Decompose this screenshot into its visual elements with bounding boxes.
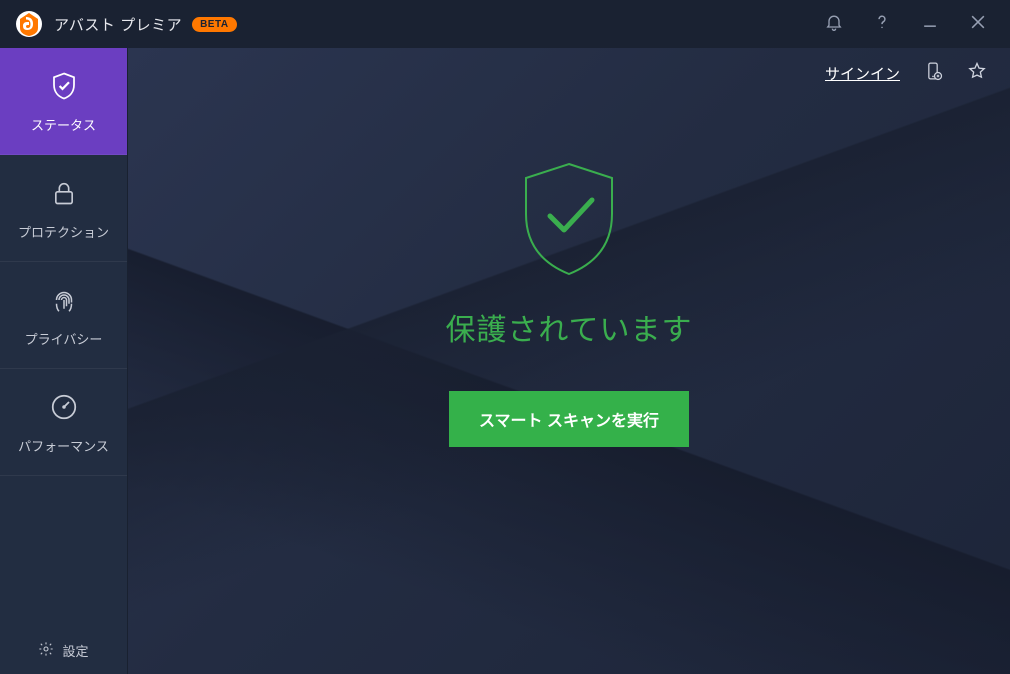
settings-button[interactable]: 設定: [0, 626, 127, 674]
sidebar-item-performance[interactable]: パフォーマンス: [0, 369, 127, 476]
sidebar-item-label: パフォーマンス: [18, 436, 109, 455]
sidebar-item-privacy[interactable]: プライバシー: [0, 262, 127, 369]
app-window: アバスト プレミア BETA: [0, 0, 1010, 674]
minimize-button[interactable]: [906, 0, 954, 48]
sign-in-link[interactable]: サインイン: [825, 63, 900, 84]
phone-icon: [923, 61, 943, 86]
gauge-icon: [47, 390, 81, 424]
close-icon: [968, 12, 988, 37]
favorite-button[interactable]: [966, 62, 988, 84]
smart-scan-button[interactable]: スマート スキャンを実行: [449, 391, 689, 447]
sidebar-item-label: プロテクション: [18, 222, 109, 241]
gear-icon: [38, 641, 54, 660]
beta-badge: BETA: [192, 17, 236, 32]
status-text: 保護されています: [445, 305, 692, 349]
sidebar-item-label: ステータス: [31, 115, 96, 134]
titlebar: アバスト プレミア BETA: [0, 0, 1010, 48]
star-icon: [967, 61, 987, 86]
status-shield-icon: [514, 158, 624, 283]
top-right-bar: サインイン: [825, 62, 988, 84]
help-button[interactable]: [858, 0, 906, 48]
shield-check-icon: [47, 69, 81, 103]
close-button[interactable]: [954, 0, 1002, 48]
bell-icon: [824, 12, 844, 37]
main-panel: サインイン: [128, 48, 1010, 674]
app-title: アバスト プレミア: [54, 14, 182, 35]
sidebar-item-label: プライバシー: [25, 329, 103, 348]
question-icon: [872, 12, 892, 37]
app-logo-icon: [14, 9, 44, 39]
notifications-button[interactable]: [810, 0, 858, 48]
sidebar: ステータス プロテクション: [0, 48, 128, 674]
mobile-link-button[interactable]: [922, 62, 944, 84]
status-center: 保護されています スマート スキャンを実行: [128, 158, 1010, 447]
minimize-icon: [920, 12, 940, 37]
sidebar-item-status[interactable]: ステータス: [0, 48, 127, 155]
sidebar-item-protection[interactable]: プロテクション: [0, 155, 127, 262]
settings-label: 設定: [62, 641, 88, 660]
fingerprint-icon: [47, 283, 81, 317]
lock-icon: [47, 176, 81, 210]
